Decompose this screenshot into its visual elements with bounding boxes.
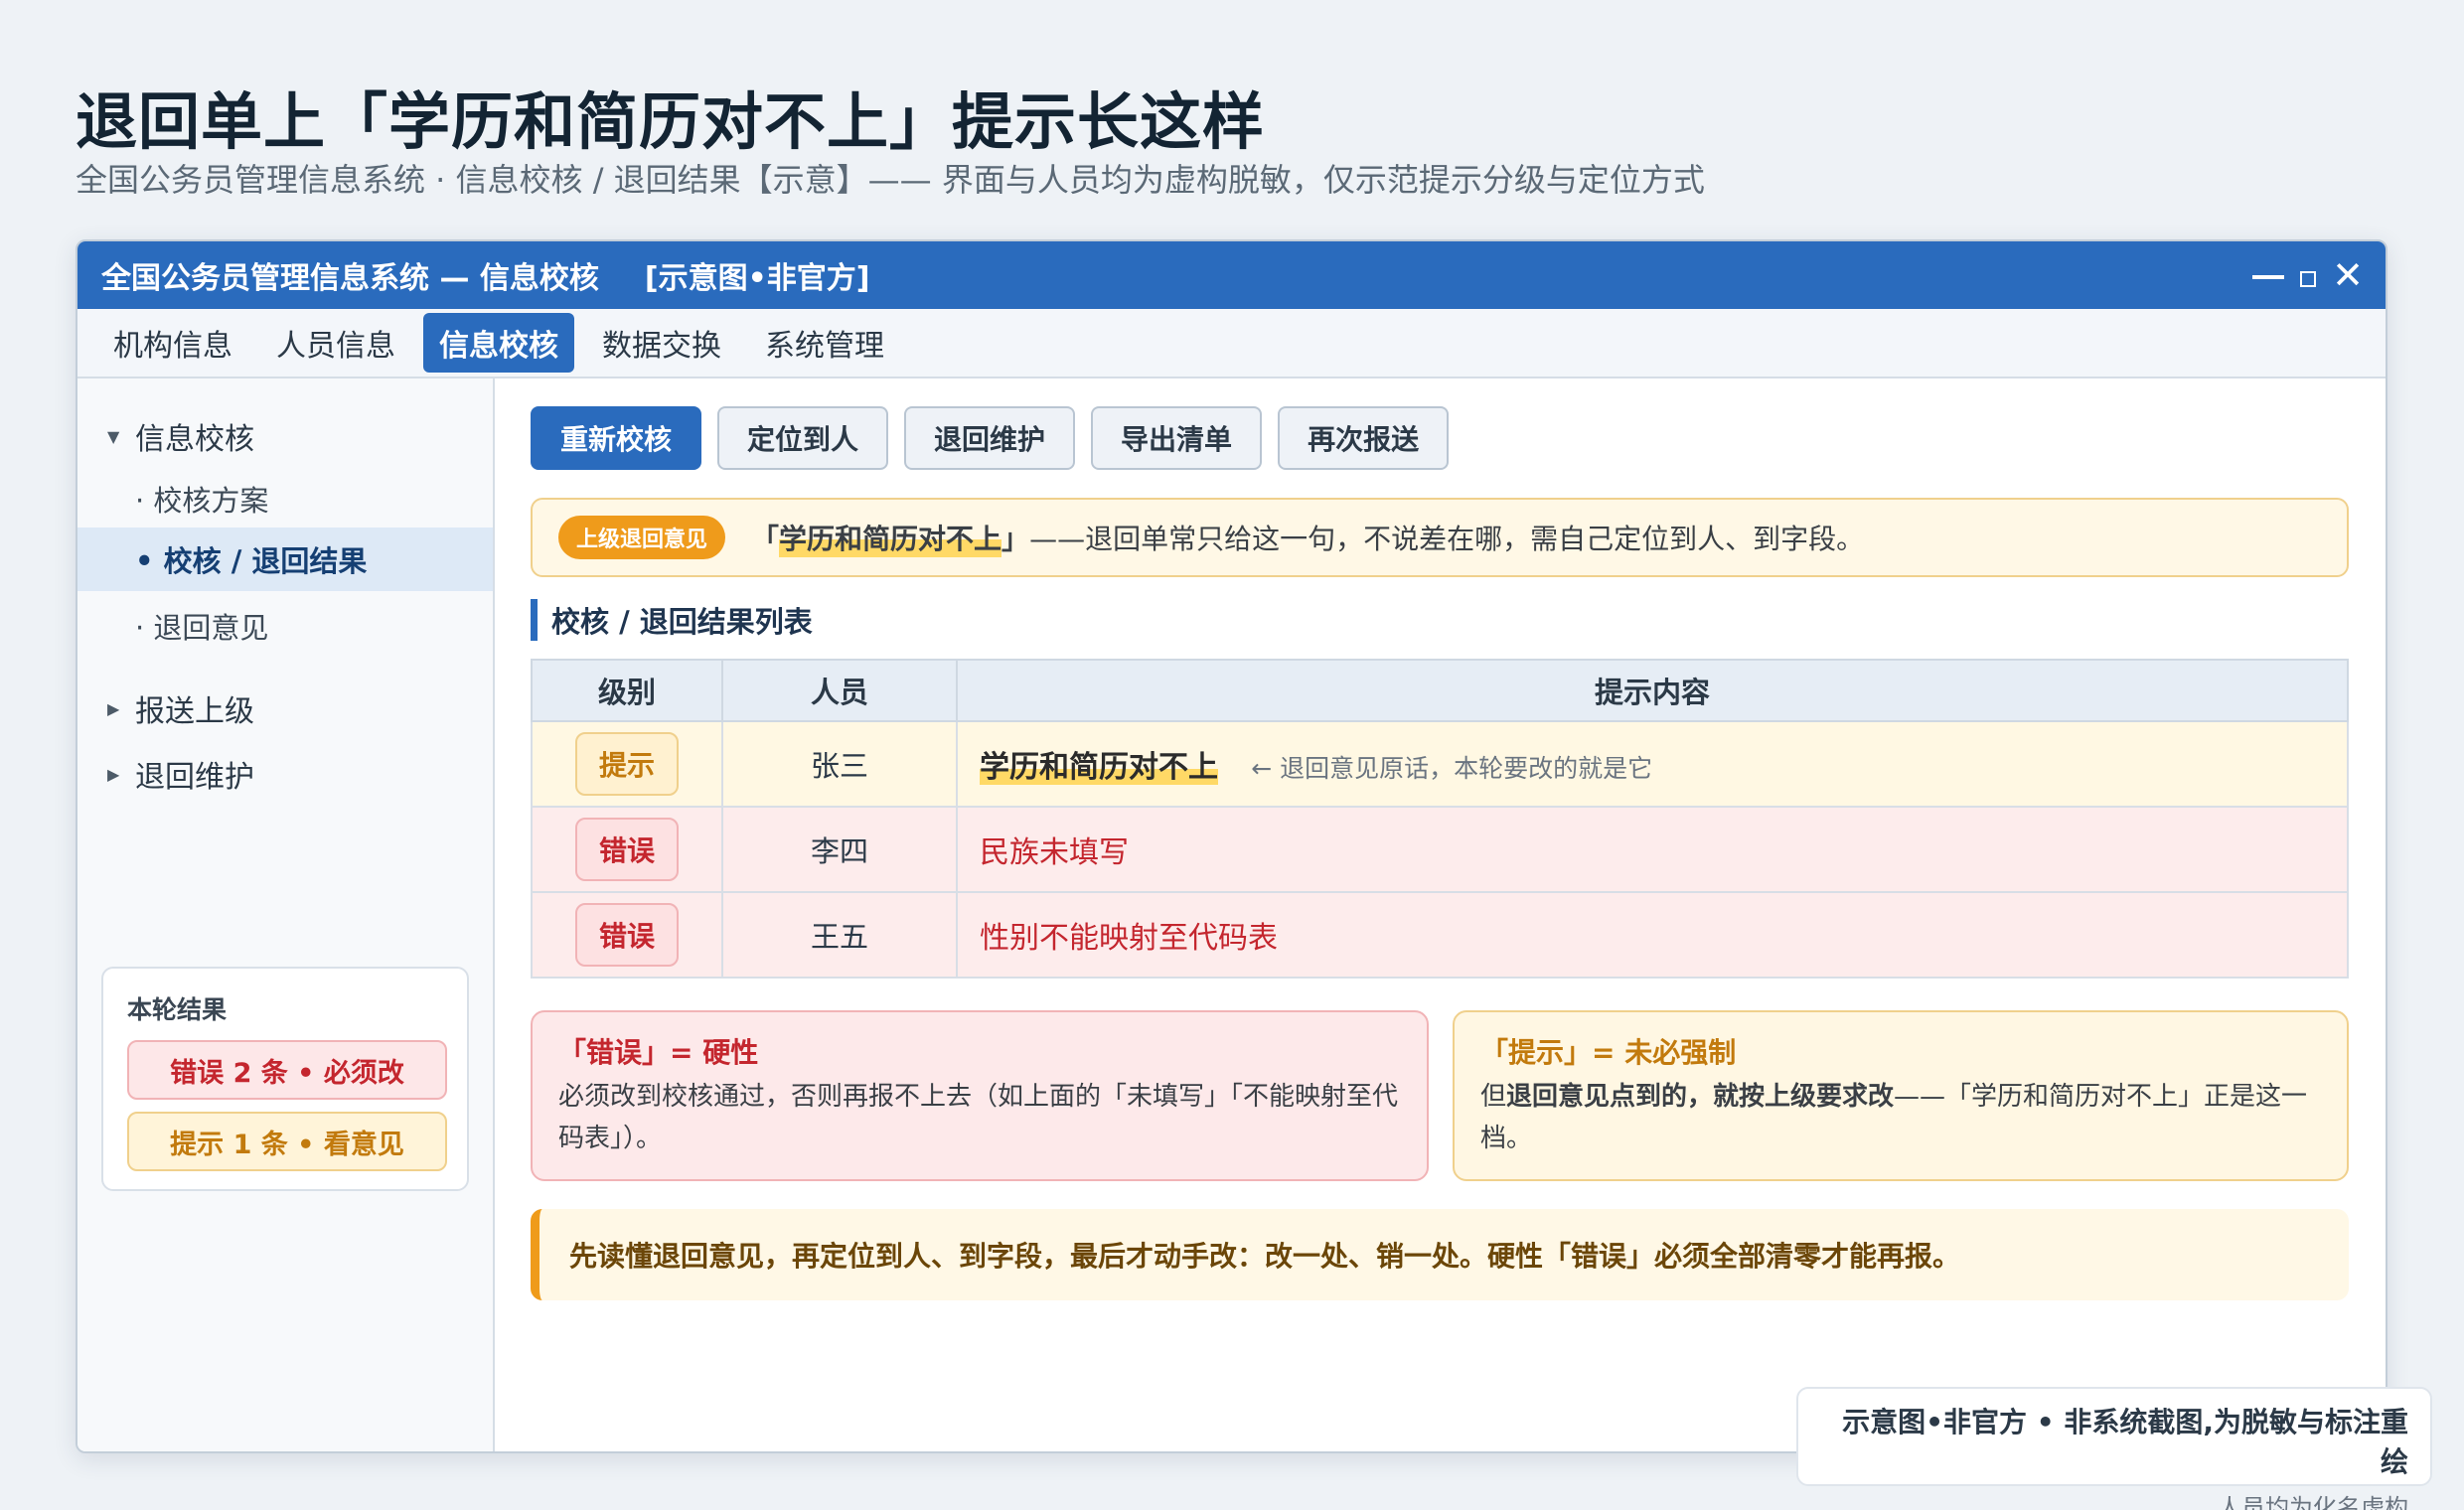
notice-rest: ——退回单常只给这一句，不说差在哪，需自己定位到人、到字段。 bbox=[1029, 523, 1865, 555]
table-row[interactable]: 提示 张三 学历和简历对不上 ← 退回意见原话，本轮要改的就是它 bbox=[531, 720, 2349, 808]
close-icon[interactable]: ✕ bbox=[2332, 256, 2364, 294]
window-title: 全国公务员管理信息系统 — 信息校核 bbox=[101, 261, 599, 296]
level-badge-error: 错误 bbox=[574, 818, 679, 881]
toolbar: 重新校核 定位到人 退回维护 导出清单 再次报送 bbox=[531, 406, 1450, 470]
section-title: 校核 / 退回结果列表 bbox=[531, 599, 813, 641]
sidebar-group-label: 报送上级 bbox=[135, 694, 254, 729]
notice-quote-text: 学历和简历对不上 bbox=[779, 518, 1002, 557]
error-field: 民族 bbox=[980, 835, 1039, 870]
export-list-button[interactable]: 导出清单 bbox=[1091, 406, 1263, 470]
header-level: 级别 bbox=[531, 659, 723, 722]
minimize-icon[interactable] bbox=[2252, 275, 2285, 279]
hint-explanation-card: 「提示」= 未必强制 但退回意见点到的，就按上级要求改——「学历和简历对不上」正… bbox=[1453, 1010, 2349, 1181]
sidebar-item-opinion[interactable]: · 退回意见 bbox=[135, 605, 268, 647]
menubar: 机构信息 人员信息 信息校核 数据交换 系统管理 bbox=[77, 309, 2386, 378]
content-cell: 性别不能映射至代码表 bbox=[956, 891, 2349, 979]
header-person: 人员 bbox=[721, 659, 958, 722]
disclaimer-line-1: 示意图•非官方 • 非系统截图,为脱敏与标注重绘 bbox=[1842, 1406, 2408, 1478]
round-summary-card: 本轮结果 错误 2 条 • 必须改 提示 1 条 • 看意见 bbox=[101, 967, 469, 1191]
level-cell: 提示 bbox=[531, 720, 723, 808]
recheck-button[interactable]: 重新校核 bbox=[531, 406, 702, 470]
caret-right-icon: ▶ bbox=[107, 764, 120, 784]
error-issue: 不能映射至代码表 bbox=[1039, 921, 1278, 956]
sidebar-group-label: 信息校核 bbox=[135, 422, 254, 457]
level-cell: 错误 bbox=[531, 806, 723, 893]
content-cell: 民族未填写 bbox=[956, 806, 2349, 893]
sidebar-item-result[interactable]: • 校核 / 退回结果 bbox=[77, 528, 493, 591]
menu-item-org[interactable]: 机构信息 bbox=[97, 313, 248, 373]
hint-main-text: 学历和简历对不上 bbox=[980, 750, 1218, 785]
caret-right-icon: ▶ bbox=[107, 698, 120, 718]
sidebar-group-verify[interactable]: ▼ 信息校核 bbox=[107, 414, 254, 458]
person-cell: 李四 bbox=[721, 806, 958, 893]
hint-body-bold: 退回意见点到的，就按上级要求改 bbox=[1506, 1082, 1895, 1112]
window-controls: ✕ bbox=[2252, 241, 2364, 309]
window-tag: [示意图•非官方] bbox=[644, 261, 870, 296]
hint-note: ← 退回意见原话，本轮要改的就是它 bbox=[1251, 754, 1653, 783]
resubmit-button[interactable]: 再次报送 bbox=[1278, 406, 1450, 470]
header-content: 提示内容 bbox=[956, 659, 2349, 722]
error-field: 性别 bbox=[980, 921, 1039, 956]
table-row[interactable]: 错误 王五 性别不能映射至代码表 bbox=[531, 891, 2349, 979]
summary-errors: 错误 2 条 • 必须改 bbox=[127, 1040, 447, 1100]
window-titlebar: 全国公务员管理信息系统 — 信息校核 [示意图•非官方] ✕ bbox=[77, 241, 2386, 309]
menu-item-verify[interactable]: 信息校核 bbox=[423, 313, 574, 373]
page-subtitle: 全国公务员管理信息系统 · 信息校核 / 退回结果【示意】—— 界面与人员均为虚… bbox=[76, 161, 1705, 199]
result-table: 级别 人员 提示内容 提示 张三 学历和简历对不上 ← 退回意见原话，本轮要改的… bbox=[531, 659, 2349, 979]
notice-quote-open: 「 bbox=[751, 523, 780, 555]
level-badge-error: 错误 bbox=[574, 903, 679, 967]
procedure-note: 先读懂退回意见，再定位到人、到字段，最后才动手改：改一处、销一处。硬性「错误」必… bbox=[531, 1209, 2349, 1300]
menu-item-exchange[interactable]: 数据交换 bbox=[586, 313, 737, 373]
summary-hints: 提示 1 条 • 看意见 bbox=[127, 1112, 447, 1171]
table-header-row: 级别 人员 提示内容 bbox=[531, 659, 2349, 722]
error-explanation-body: 必须改到校核通过，否则再报不上去（如上面的「未填写」「不能映射至代码表」）。 bbox=[558, 1082, 1399, 1153]
person-cell: 张三 bbox=[721, 720, 958, 808]
hint-explanation-body: 但退回意见点到的，就按上级要求改——「学历和简历对不上」正是这一档。 bbox=[1480, 1076, 2321, 1159]
sidebar-group-report[interactable]: ▶ 报送上级 bbox=[107, 686, 254, 730]
menu-item-system[interactable]: 系统管理 bbox=[749, 313, 900, 373]
sidebar-item-plan[interactable]: · 校核方案 bbox=[135, 478, 268, 520]
page-title: 退回单上「学历和简历对不上」提示长这样 bbox=[76, 85, 1266, 158]
person-cell: 王五 bbox=[721, 891, 958, 979]
hint-body-prefix: 但 bbox=[1480, 1082, 1507, 1112]
maximize-icon[interactable] bbox=[2300, 271, 2317, 287]
error-issue: 未填写 bbox=[1039, 835, 1129, 870]
notice-quote-close: 」 bbox=[1001, 523, 1030, 555]
level-cell: 错误 bbox=[531, 891, 723, 979]
error-explanation-card: 「错误」= 硬性 必须改到校核通过，否则再报不上去（如上面的「未填写」「不能映射… bbox=[531, 1010, 1429, 1181]
caret-down-icon: ▼ bbox=[107, 426, 120, 446]
level-badge-hint: 提示 bbox=[574, 732, 679, 796]
menu-item-personnel[interactable]: 人员信息 bbox=[260, 313, 411, 373]
locate-person-button[interactable]: 定位到人 bbox=[717, 406, 889, 470]
app-window: 全国公务员管理信息系统 — 信息校核 [示意图•非官方] ✕ 机构信息 人员信息… bbox=[76, 239, 2387, 1453]
error-explanation-title: 「错误」= 硬性 bbox=[558, 1036, 759, 1069]
content-cell: 学历和简历对不上 ← 退回意见原话，本轮要改的就是它 bbox=[956, 720, 2349, 808]
summary-title: 本轮结果 bbox=[127, 995, 228, 1024]
notice-badge: 上级退回意见 bbox=[558, 516, 726, 559]
return-maintain-button[interactable]: 退回维护 bbox=[904, 406, 1076, 470]
return-opinion-notice: 上级退回意见 「 学历和简历对不上 」 ——退回单常只给这一句，不说差在哪，需自… bbox=[531, 498, 2349, 577]
sidebar-group-label: 退回维护 bbox=[135, 760, 254, 795]
sidebar: ▼ 信息校核 · 校核方案 • 校核 / 退回结果 · 退回意见 ▶ 报送上级 … bbox=[77, 378, 495, 1451]
disclaimer-line-2: 人员均为化名虚构 bbox=[2218, 1494, 2408, 1510]
sidebar-group-maintain[interactable]: ▶ 退回维护 bbox=[107, 752, 254, 796]
table-row[interactable]: 错误 李四 民族未填写 bbox=[531, 806, 2349, 893]
disclaimer-badge: 示意图•非官方 • 非系统截图,为脱敏与标注重绘 人员均为化名虚构 bbox=[1796, 1387, 2432, 1510]
hint-explanation-title: 「提示」= 未必强制 bbox=[1480, 1036, 1737, 1069]
